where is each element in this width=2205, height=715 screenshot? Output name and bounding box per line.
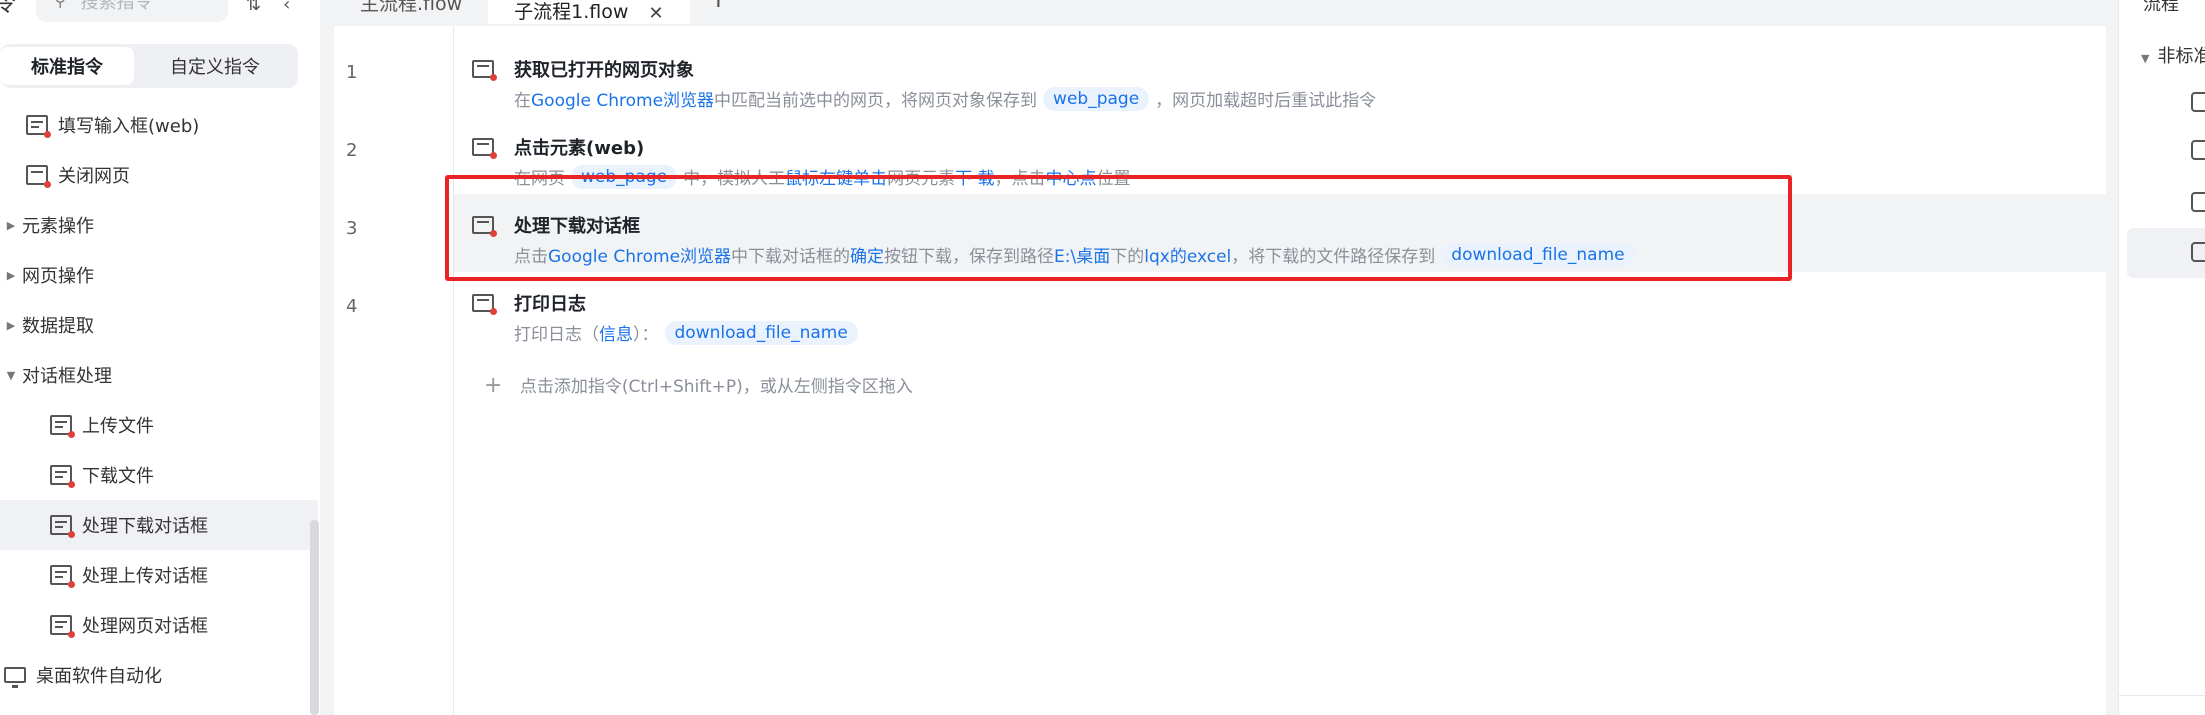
sidebar-item-download-file[interactable]: 下载文件 bbox=[0, 450, 318, 500]
desc-text: 在 bbox=[514, 91, 531, 111]
download-dialog-icon bbox=[50, 515, 75, 538]
plus-icon: + bbox=[484, 373, 503, 398]
layers-icon[interactable] bbox=[2191, 192, 2205, 212]
tab-main-flow[interactable]: 主流程.flow bbox=[334, 0, 488, 16]
search-placeholder: 搜索指令 bbox=[80, 0, 153, 13]
flow-tabs: 主流程.flow 子流程1.flow ✕ + bbox=[334, 0, 747, 24]
variable-chip[interactable]: web_page bbox=[1043, 86, 1150, 111]
line-number: 2 bbox=[346, 140, 358, 161]
chevron-right-icon: ▶ bbox=[6, 218, 16, 232]
sidebar-item-handle-download-dialog[interactable]: 处理下载对话框 bbox=[0, 500, 318, 550]
collapse-left-icon[interactable]: ‹ bbox=[283, 0, 290, 15]
outline-node[interactable]: ▼ 非标准 bbox=[2141, 42, 2205, 68]
step-title: 获取已打开的网页对象 bbox=[514, 60, 694, 81]
desc-text: ，网页加载超时后重试此指令 bbox=[1155, 91, 1377, 111]
desc-text: ）： bbox=[633, 325, 659, 345]
desc-keyword[interactable]: 信息 bbox=[599, 320, 633, 345]
upload-file-icon bbox=[50, 415, 75, 438]
copy-icon[interactable] bbox=[2191, 92, 2205, 112]
panel-divider bbox=[2119, 695, 2205, 696]
sidebar-group-page-ops[interactable]: ▶ 网页操作 bbox=[0, 250, 318, 300]
command-sidebar: 令 ⚲ 搜索指令 ⇅ ‹ 标准指令 自定义指令 填写输入框(web) 关闭网页 … bbox=[0, 0, 320, 715]
layers-icon[interactable] bbox=[2191, 242, 2205, 262]
line-gutter: 1 2 3 4 bbox=[334, 26, 454, 715]
close-page-icon bbox=[26, 165, 51, 188]
desc-keyword[interactable]: Google Chrome浏览器 bbox=[531, 86, 714, 111]
sidebar-item-fill-input[interactable]: 填写输入框(web) bbox=[0, 100, 318, 150]
line-number: 4 bbox=[346, 296, 358, 317]
web-dialog-icon bbox=[50, 615, 75, 638]
close-icon[interactable]: ✕ bbox=[648, 3, 663, 24]
tab-standard-commands[interactable]: 标准指令 bbox=[0, 47, 134, 85]
add-command-label: 点击添加指令(Ctrl+Shift+P)，或从左侧指令区拖入 bbox=[519, 377, 913, 397]
flow-outline-panel: 流程 ▼ 非标准 bbox=[2118, 0, 2205, 715]
search-icon: ⚲ bbox=[54, 0, 67, 11]
step-description: 在 Google Chrome浏览器 中匹配当前选中的网页，将网页对象保存到 w… bbox=[514, 86, 1376, 111]
panel-title: 流程 bbox=[2143, 0, 2179, 15]
sort-icon[interactable]: ⇅ bbox=[246, 0, 261, 15]
sidebar-item-close-page[interactable]: 关闭网页 bbox=[0, 150, 318, 200]
tab-label: 子流程1.flow bbox=[514, 1, 629, 23]
sidebar-collapse-icon[interactable]: 令 bbox=[0, 0, 16, 18]
sidebar-item-upload-file[interactable]: 上传文件 bbox=[0, 400, 318, 450]
outline-node-label: 非标准 bbox=[2157, 46, 2205, 67]
command-tree: 填写输入框(web) 关闭网页 ▶ 元素操作 ▶ 网页操作 ▶ 数据提取 ▼ 对… bbox=[0, 100, 318, 700]
tab-subflow-1[interactable]: 子流程1.flow ✕ bbox=[488, 0, 690, 24]
puzzle-icon[interactable] bbox=[2191, 140, 2205, 160]
sidebar-tools: ⇅ ‹ bbox=[246, 0, 290, 15]
upload-dialog-icon bbox=[50, 565, 75, 588]
chevron-right-icon: ▶ bbox=[6, 318, 16, 332]
flow-step-print-log[interactable]: 打印日志 打印日志（ 信息 ）： download_file_name bbox=[454, 272, 2106, 350]
sidebar-item-label: 下载文件 bbox=[82, 466, 154, 487]
tab-label: 主流程.flow bbox=[360, 0, 463, 15]
flow-editor: 1 2 3 4 获取已打开的网页对象 在 Google Chrome浏览器 中匹… bbox=[334, 26, 2106, 715]
step-title: 点击元素(web) bbox=[514, 138, 645, 159]
sidebar-item-label: 对话框处理 bbox=[22, 366, 112, 387]
step-description: 打印日志（ 信息 ）： download_file_name bbox=[514, 320, 864, 345]
sidebar-item-label: 处理网页对话框 bbox=[82, 616, 208, 637]
click-element-icon bbox=[472, 138, 497, 159]
sidebar-item-label: 处理上传对话框 bbox=[82, 566, 208, 587]
chevron-down-icon: ▼ bbox=[2141, 52, 2150, 65]
search-input[interactable]: ⚲ 搜索指令 bbox=[36, 0, 228, 22]
printer-icon bbox=[472, 294, 497, 315]
monitor-icon bbox=[4, 667, 26, 688]
sidebar-item-label: 上传文件 bbox=[82, 416, 154, 437]
highlight-annotation-box bbox=[445, 175, 1792, 281]
sidebar-item-label: 处理下载对话框 bbox=[82, 516, 208, 537]
web-page-icon bbox=[472, 60, 497, 81]
flow-step-get-page[interactable]: 获取已打开的网页对象 在 Google Chrome浏览器 中匹配当前选中的网页… bbox=[454, 38, 2106, 116]
edit-input-icon bbox=[26, 115, 51, 138]
line-number: 3 bbox=[346, 218, 358, 239]
line-number: 1 bbox=[346, 62, 358, 83]
add-tab-button[interactable]: + bbox=[690, 0, 748, 14]
sidebar-item-handle-web-dialog[interactable]: 处理网页对话框 bbox=[0, 600, 318, 650]
sidebar-item-label: 数据提取 bbox=[22, 316, 94, 337]
sidebar-group-element-ops[interactable]: ▶ 元素操作 bbox=[0, 200, 318, 250]
add-command-hint[interactable]: + 点击添加指令(Ctrl+Shift+P)，或从左侧指令区拖入 bbox=[484, 372, 913, 398]
chevron-down-icon: ▼ bbox=[6, 368, 16, 382]
desc-text: 打印日志（ bbox=[514, 325, 599, 345]
sidebar-item-handle-upload-dialog[interactable]: 处理上传对话框 bbox=[0, 550, 318, 600]
desc-text: 中匹配当前选中的网页，将网页对象保存到 bbox=[714, 91, 1038, 111]
sidebar-item-label: 填写输入框(web) bbox=[58, 116, 200, 137]
step-title: 打印日志 bbox=[514, 294, 586, 315]
variable-chip[interactable]: download_file_name bbox=[664, 320, 858, 345]
sidebar-item-label: 元素操作 bbox=[22, 216, 94, 237]
sidebar-group-desktop-automation[interactable]: 桌面软件自动化 bbox=[0, 650, 318, 700]
sidebar-item-label: 网页操作 bbox=[22, 266, 94, 287]
chevron-right-icon: ▶ bbox=[6, 268, 16, 282]
download-file-icon bbox=[50, 465, 75, 488]
tab-custom-commands[interactable]: 自定义指令 bbox=[140, 47, 290, 85]
command-type-segment: 标准指令 自定义指令 bbox=[0, 44, 298, 88]
sidebar-scrollbar[interactable] bbox=[310, 520, 319, 715]
sidebar-group-dialog-handling[interactable]: ▼ 对话框处理 bbox=[0, 350, 318, 400]
sidebar-item-label: 桌面软件自动化 bbox=[36, 666, 162, 687]
plus-icon: + bbox=[708, 0, 730, 14]
sidebar-item-label: 关闭网页 bbox=[58, 166, 130, 187]
sidebar-group-data-extract[interactable]: ▶ 数据提取 bbox=[0, 300, 318, 350]
